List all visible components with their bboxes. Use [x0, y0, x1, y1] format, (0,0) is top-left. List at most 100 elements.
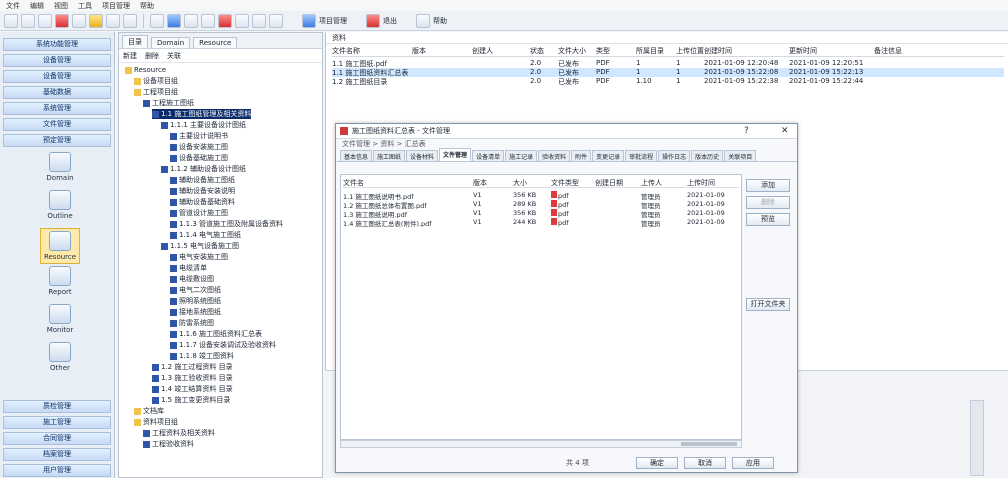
dialog-tab[interactable]: 附件: [571, 150, 592, 161]
tree-node[interactable]: 1.3 施工验收资料 目录: [152, 373, 233, 383]
nav-item[interactable]: 质检管理: [3, 400, 111, 413]
list-item[interactable]: 1.2 施工图纸总体布置图.pdf V1 289 KB pdf 管理员 2021-01-0…: [343, 200, 739, 209]
delete-icon[interactable]: [55, 13, 69, 28]
menu-item[interactable]: 文件: [6, 1, 20, 11]
column-header[interactable]: 上传时间: [687, 178, 739, 187]
tree-tab[interactable]: 目录: [122, 35, 148, 48]
dialog-tab[interactable]: 施工记录: [505, 150, 538, 161]
scroll-thumb[interactable]: [681, 442, 737, 446]
list-item[interactable]: 1.3 施工图纸说明.pdf V1 356 KB pdf 管理员 2021-01-09: [343, 209, 739, 218]
column-header[interactable]: 版本: [473, 178, 513, 187]
side-button[interactable]: 打开文件夹: [746, 298, 790, 311]
menu-item[interactable]: 帮助: [140, 1, 154, 11]
column-header[interactable]: 状态: [530, 46, 558, 56]
tree-node[interactable]: 资料项目组: [134, 417, 178, 427]
dialog-tab[interactable]: 文件管理: [439, 148, 472, 161]
module-button[interactable]: Report: [40, 266, 80, 296]
search-icon[interactable]: [150, 13, 164, 28]
tree-toolbar-button[interactable]: 新建: [123, 51, 137, 61]
new-icon[interactable]: [4, 13, 18, 28]
list-item[interactable]: 1.1 施工图纸说明书.pdf V1 356 KB pdf 管理员 2021-01-09: [343, 191, 739, 200]
tree-node[interactable]: 工程项目组: [134, 87, 178, 97]
column-header[interactable]: 备注信息: [874, 46, 924, 56]
tree-node[interactable]: 工程施工图纸: [143, 98, 194, 108]
tree-node[interactable]: 设备项目组: [134, 76, 178, 86]
help-icon[interactable]: ?: [744, 126, 749, 136]
tree-node[interactable]: 1.1 施工图纸管理及相关资料: [152, 109, 252, 119]
side-button[interactable]: 添加: [746, 179, 790, 192]
tree-node[interactable]: 设备安装施工图: [170, 142, 228, 152]
tree-node[interactable]: 工程资料及相关资料: [143, 428, 215, 438]
exit-button[interactable]: 退出: [366, 13, 397, 28]
nav-item[interactable]: 文件管理: [3, 118, 111, 131]
tree-node[interactable]: 防雷系统图: [170, 318, 214, 328]
table-row[interactable]: 1.1 施工图纸资料汇总表 2.0 已发布 PDF 1 1 2021-01-09 15:22…: [332, 68, 1004, 77]
nav-item[interactable]: 基础数据: [3, 86, 111, 99]
column-header[interactable]: 类型: [596, 46, 636, 56]
module-button[interactable]: Domain: [40, 152, 80, 182]
dialog-tab[interactable]: 施工图纸: [373, 150, 406, 161]
tree-node[interactable]: 1.1.3 管道施工图及附属设备资料: [170, 219, 283, 229]
save-icon[interactable]: [38, 13, 52, 28]
column-header[interactable]: 上传位置: [676, 46, 704, 56]
footer-button[interactable]: 取消: [684, 457, 726, 469]
column-header[interactable]: 更新时间: [789, 46, 874, 56]
footer-button[interactable]: 应用: [732, 457, 774, 469]
horizontal-scrollbar[interactable]: [340, 440, 742, 448]
tree-node[interactable]: 1.1.1 主要设备设计图纸: [161, 120, 246, 130]
menu-item[interactable]: 视图: [54, 1, 68, 11]
dialog-tab[interactable]: 变更记录: [592, 150, 625, 161]
tree-node[interactable]: 辅助设备安装说明: [170, 186, 235, 196]
column-header[interactable]: 上传人: [641, 178, 687, 187]
export-icon[interactable]: [252, 13, 266, 28]
preview-icon[interactable]: [235, 13, 249, 28]
dialog-tab[interactable]: 操作日志: [658, 150, 691, 161]
column-header[interactable]: 大小: [513, 178, 551, 187]
tree-toolbar-button[interactable]: 关联: [167, 51, 181, 61]
nav-item[interactable]: 系统功能管理: [3, 38, 111, 51]
tree-node[interactable]: 1.1.2 辅助设备设计图纸: [161, 164, 246, 174]
close-icon[interactable]: ✕: [781, 126, 789, 136]
dialog-tab[interactable]: 验收资料: [538, 150, 571, 161]
tree-node[interactable]: 管道设计施工图: [170, 208, 228, 218]
nav-item[interactable]: 系统管理: [3, 102, 111, 115]
info-icon[interactable]: [167, 13, 181, 28]
tree-node[interactable]: 设备基础施工图: [170, 153, 228, 163]
module-button[interactable]: Monitor: [40, 304, 80, 334]
column-header[interactable]: 文件名称: [332, 46, 412, 56]
copy-icon[interactable]: [184, 13, 198, 28]
menu-item[interactable]: 工具: [78, 1, 92, 11]
dialog-tab[interactable]: 设备材料: [406, 150, 439, 161]
side-button[interactable]: 删除: [746, 196, 790, 209]
dialog-tab[interactable]: 关联项目: [724, 150, 757, 161]
menu-item[interactable]: 编辑: [30, 1, 44, 11]
tree-node[interactable]: 1.1.8 竣工图资料: [170, 351, 234, 361]
settings-icon[interactable]: [269, 13, 283, 28]
nav-item[interactable]: 设备管理: [3, 70, 111, 83]
tree-tab[interactable]: Domain: [151, 37, 191, 48]
tree-node[interactable]: 1.1.4 电气施工图纸: [170, 230, 241, 240]
list-item[interactable]: 1.4 施工图纸汇总表(附件).pdf V1 244 KB pdf 管理员 2021-01…: [343, 218, 739, 227]
edit-icon[interactable]: [89, 13, 103, 28]
column-header[interactable]: 文件名: [343, 178, 473, 187]
tree-node[interactable]: 主要设计说明书: [170, 131, 228, 141]
nav-item[interactable]: 合同管理: [3, 432, 111, 445]
tree-node[interactable]: 1.5 施工变更资料目录: [152, 395, 230, 405]
tree-node[interactable]: 照明系统图纸: [170, 296, 221, 306]
tree-node[interactable]: 电气安装施工图: [170, 252, 228, 262]
side-button[interactable]: 预览: [746, 213, 790, 226]
footer-button[interactable]: 确定: [636, 457, 678, 469]
nav-item[interactable]: 设备管理: [3, 54, 111, 67]
table-row[interactable]: 1.2 施工图纸目录 2.0 已发布 PDF 1.10 1 2021-01-09 15:22…: [332, 77, 1004, 86]
print-icon[interactable]: [218, 13, 232, 28]
tree-node[interactable]: 电缆敷设图: [170, 274, 214, 284]
dialog-tab[interactable]: 设备清单: [472, 150, 505, 161]
dialog-tab[interactable]: 版本历史: [691, 150, 724, 161]
module-button[interactable]: Other: [40, 342, 80, 372]
tree-node[interactable]: 1.2 施工过程资料 目录: [152, 362, 233, 372]
nav-item[interactable]: 用户管理: [3, 464, 111, 477]
column-header[interactable]: 版本: [412, 46, 472, 56]
tree-tab[interactable]: Resource: [193, 37, 238, 48]
column-header[interactable]: 所属目录: [636, 46, 676, 56]
column-header[interactable]: 文件类型: [551, 178, 595, 187]
